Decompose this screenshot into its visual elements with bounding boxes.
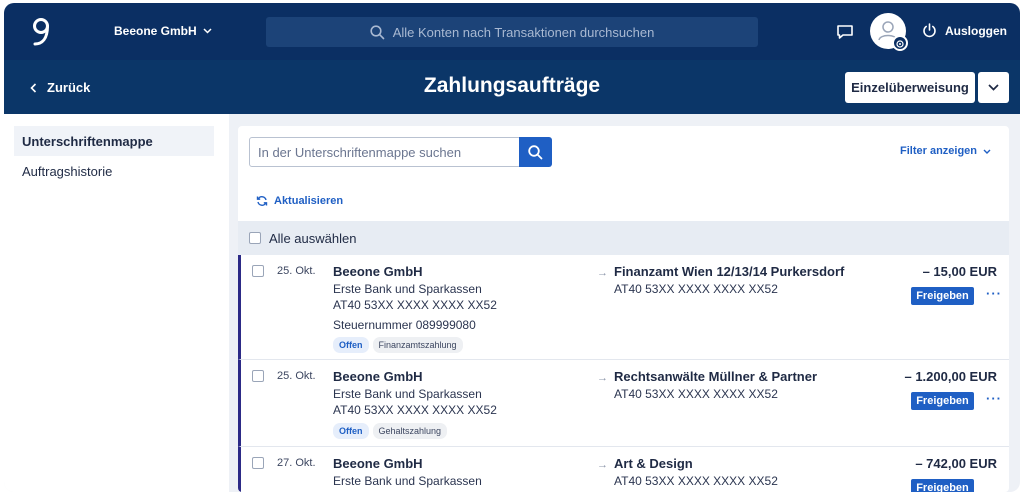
more-options-icon[interactable]: ··· <box>986 286 1002 301</box>
recipient-details: Art & Design AT40 53XX XXXX XXXX XX52 <box>614 456 778 489</box>
approve-button[interactable]: Freigeben <box>911 287 974 305</box>
search-icon <box>370 24 384 39</box>
george-logo-icon[interactable] <box>26 15 56 49</box>
arrow-right-icon: → <box>597 459 608 471</box>
sender-iban: AT40 53XX XXXX XXXX XX52 <box>333 298 497 312</box>
sidebar-item-signature-folder[interactable]: Unterschriftenmappe <box>14 126 214 156</box>
sender-iban: AT40 53XX XXXX XXXX XX52 <box>333 403 497 417</box>
tag-list: Offen Gehaltszahlung <box>333 423 448 439</box>
table-row: 25. Okt. Beeone GmbH Erste Bank und Spar… <box>238 360 1009 447</box>
refresh-label: Aktualisieren <box>274 195 344 207</box>
company-switcher[interactable]: Beeone GmbH <box>114 24 212 38</box>
refresh-button[interactable]: Aktualisieren <box>256 195 343 207</box>
sender-details: Beeone GmbH Erste Bank und Sparkassen AT… <box>333 369 497 418</box>
global-search-placeholder: Alle Konten nach Transaktionen durchsuch… <box>392 24 655 40</box>
approve-button[interactable]: Freigeben <box>911 479 974 492</box>
sender-name: Beeone GmbH <box>333 264 423 279</box>
settings-badge-icon[interactable] <box>892 35 908 51</box>
tag-list: Offen Finanzamtszahlung <box>333 337 463 353</box>
single-transfer-button[interactable]: Einzelüberweisung <box>845 72 975 103</box>
chevron-down-icon <box>203 28 212 34</box>
recipient-name: Art & Design <box>614 456 693 471</box>
row-checkbox[interactable] <box>252 457 264 469</box>
chat-icon[interactable] <box>836 23 854 41</box>
sender-bank: Erste Bank und Sparkassen <box>333 282 482 296</box>
payment-amount: – 742,00 EUR <box>915 456 997 471</box>
payment-amount: – 15,00 EUR <box>922 264 997 279</box>
show-filter-button[interactable]: Filter anzeigen <box>900 145 991 157</box>
select-all-bar: Alle auswählen <box>238 221 1009 255</box>
signature-folder-search-input[interactable] <box>249 137 521 167</box>
back-label: Zurück <box>47 80 91 95</box>
recipient-name: Rechtsanwälte Müllner & Partner <box>614 369 817 384</box>
recipient-iban: AT40 53XX XXXX XXXX XX52 <box>614 282 778 296</box>
recipient-iban: AT40 53XX XXXX XXXX XX52 <box>614 474 778 488</box>
search-button[interactable] <box>519 137 552 167</box>
sender-name: Beeone GmbH <box>333 456 423 471</box>
payment-date: 25. Okt. <box>277 370 316 382</box>
payments-panel: Filter anzeigen Aktualisieren Alle auswä… <box>238 126 1009 492</box>
approve-button[interactable]: Freigeben <box>911 392 974 410</box>
row-checkbox[interactable] <box>252 265 264 277</box>
more-options-icon[interactable]: ··· <box>986 391 1002 406</box>
chevron-down-icon <box>988 84 999 91</box>
power-icon <box>923 23 936 38</box>
recipient-details: Rechtsanwälte Müllner & Partner AT40 53X… <box>614 369 817 402</box>
refresh-icon <box>256 196 268 206</box>
status-badge: Offen <box>333 423 369 439</box>
back-button[interactable]: Zurück <box>30 80 90 95</box>
logout-label: Ausloggen <box>945 23 1007 38</box>
sender-details: Beeone GmbH Erste Bank und Sparkassen AT… <box>333 264 497 333</box>
arrow-right-icon: → <box>597 372 608 384</box>
arrow-right-icon: → <box>597 267 608 279</box>
select-all-checkbox[interactable] <box>249 232 261 244</box>
transfer-options-button[interactable] <box>978 72 1009 103</box>
sidebar: Unterschriftenmappe Auftragshistorie <box>4 114 229 492</box>
sidebar-item-order-history[interactable]: Auftragshistorie <box>14 156 214 186</box>
recipient-name: Finanzamt Wien 12/13/14 Purkersdorf <box>614 264 845 279</box>
select-all-label: Alle auswählen <box>269 230 357 246</box>
payment-date: 27. Okt. <box>277 457 316 469</box>
table-row: 25. Okt. Beeone GmbH Erste Bank und Spar… <box>238 255 1009 360</box>
recipient-iban: AT40 53XX XXXX XXXX XX52 <box>614 387 778 401</box>
top-bar: Beeone GmbH Alle Konten nach Transaktion… <box>4 3 1020 60</box>
payment-amount: – 1.200,00 EUR <box>904 369 997 384</box>
filter-label: Filter anzeigen <box>900 145 978 157</box>
sender-name: Beeone GmbH <box>333 369 423 384</box>
company-name: Beeone GmbH <box>114 24 197 38</box>
global-search-input[interactable]: Alle Konten nach Transaktionen durchsuch… <box>266 17 758 47</box>
logout-button[interactable]: Ausloggen <box>922 23 1007 38</box>
search-icon <box>528 144 543 159</box>
status-badge: Offen <box>333 337 369 353</box>
sender-bank: Erste Bank und Sparkassen <box>333 474 482 488</box>
page-header: Zurück Zahlungsaufträge Einzelüberweisun… <box>4 60 1020 114</box>
chevron-left-icon <box>30 82 37 93</box>
type-badge: Finanzamtszahlung <box>372 337 463 353</box>
sender-details: Beeone GmbH Erste Bank und Sparkassen <box>333 456 482 489</box>
row-checkbox[interactable] <box>252 370 264 382</box>
recipient-details: Finanzamt Wien 12/13/14 Purkersdorf AT40… <box>614 264 844 297</box>
chevron-down-icon <box>983 149 991 154</box>
type-badge: Gehaltszahlung <box>372 423 448 439</box>
sender-bank: Erste Bank und Sparkassen <box>333 387 482 401</box>
payment-date: 25. Okt. <box>277 265 316 277</box>
tax-number: Steuernummer 089999080 <box>333 318 476 332</box>
app-window: Beeone GmbH Alle Konten nach Transaktion… <box>4 3 1020 492</box>
table-row: 27. Okt. Beeone GmbH Erste Bank und Spar… <box>238 447 1009 492</box>
